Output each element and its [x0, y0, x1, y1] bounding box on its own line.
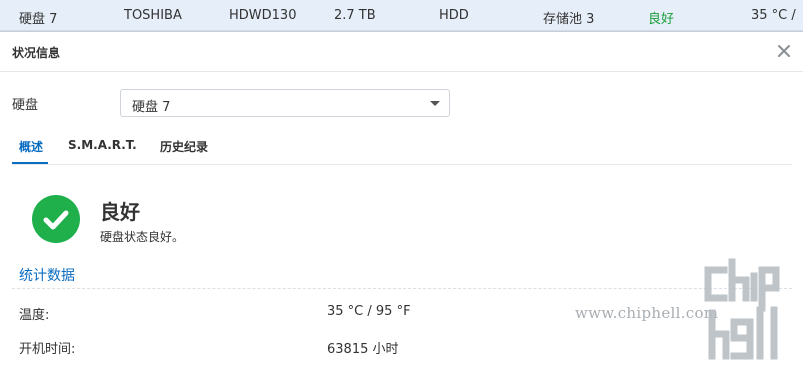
section-divider	[12, 288, 792, 289]
disk-select-value: 硬盘 7	[132, 100, 171, 115]
disk-status-cell: 良好	[648, 12, 675, 27]
dialog-header: 状况信息	[0, 32, 803, 72]
dialog-title: 状况信息	[12, 46, 61, 60]
statistics-section-title: 统计数据	[19, 268, 75, 284]
tab-smart[interactable]: S.M.A.R.T.	[68, 138, 137, 152]
tab-bar: 概述 S.M.A.R.T. 历史纪录	[12, 128, 792, 165]
temperature-label: 温度:	[19, 308, 50, 323]
disk-brand-cell: TOSHIBA	[124, 8, 182, 23]
tab-history[interactable]: 历史纪录	[160, 138, 208, 155]
health-status-title: 良好	[100, 200, 140, 224]
tab-overview[interactable]: 概述	[19, 138, 43, 155]
disk-select[interactable]: 硬盘 7	[120, 89, 450, 117]
disk-type-cell: HDD	[439, 8, 469, 23]
power-on-hours-value: 63815 小时	[327, 342, 399, 357]
power-on-hours-label: 开机时间:	[19, 342, 76, 357]
watermark-logo	[702, 258, 797, 367]
watermark-url: www.chiphell.com	[575, 304, 719, 322]
chevron-down-icon	[430, 101, 440, 106]
health-info-dialog: 状况信息 硬盘 硬盘 7 概述 S.M.A.R.T. 历史纪录 良好 硬盘状态良…	[0, 31, 803, 379]
disk-select-label: 硬盘	[12, 98, 39, 113]
disk-table-row[interactable]: 硬盘 7 TOSHIBA HDWD130 2.7 TB HDD 存储池 3 良好…	[0, 0, 803, 31]
temperature-value: 35 °C / 95 °F	[327, 304, 411, 319]
disk-capacity-cell: 2.7 TB	[334, 8, 376, 23]
close-icon[interactable]	[774, 40, 794, 62]
disk-temperature-cell: 35 °C /	[751, 8, 796, 23]
active-tab-indicator	[12, 162, 48, 164]
health-status-description: 硬盘状态良好。	[100, 230, 185, 244]
disk-name-cell: 硬盘 7	[19, 12, 58, 27]
disk-model-cell: HDWD130	[229, 8, 297, 23]
check-circle-icon	[32, 195, 80, 243]
disk-pool-cell: 存储池 3	[543, 12, 595, 27]
